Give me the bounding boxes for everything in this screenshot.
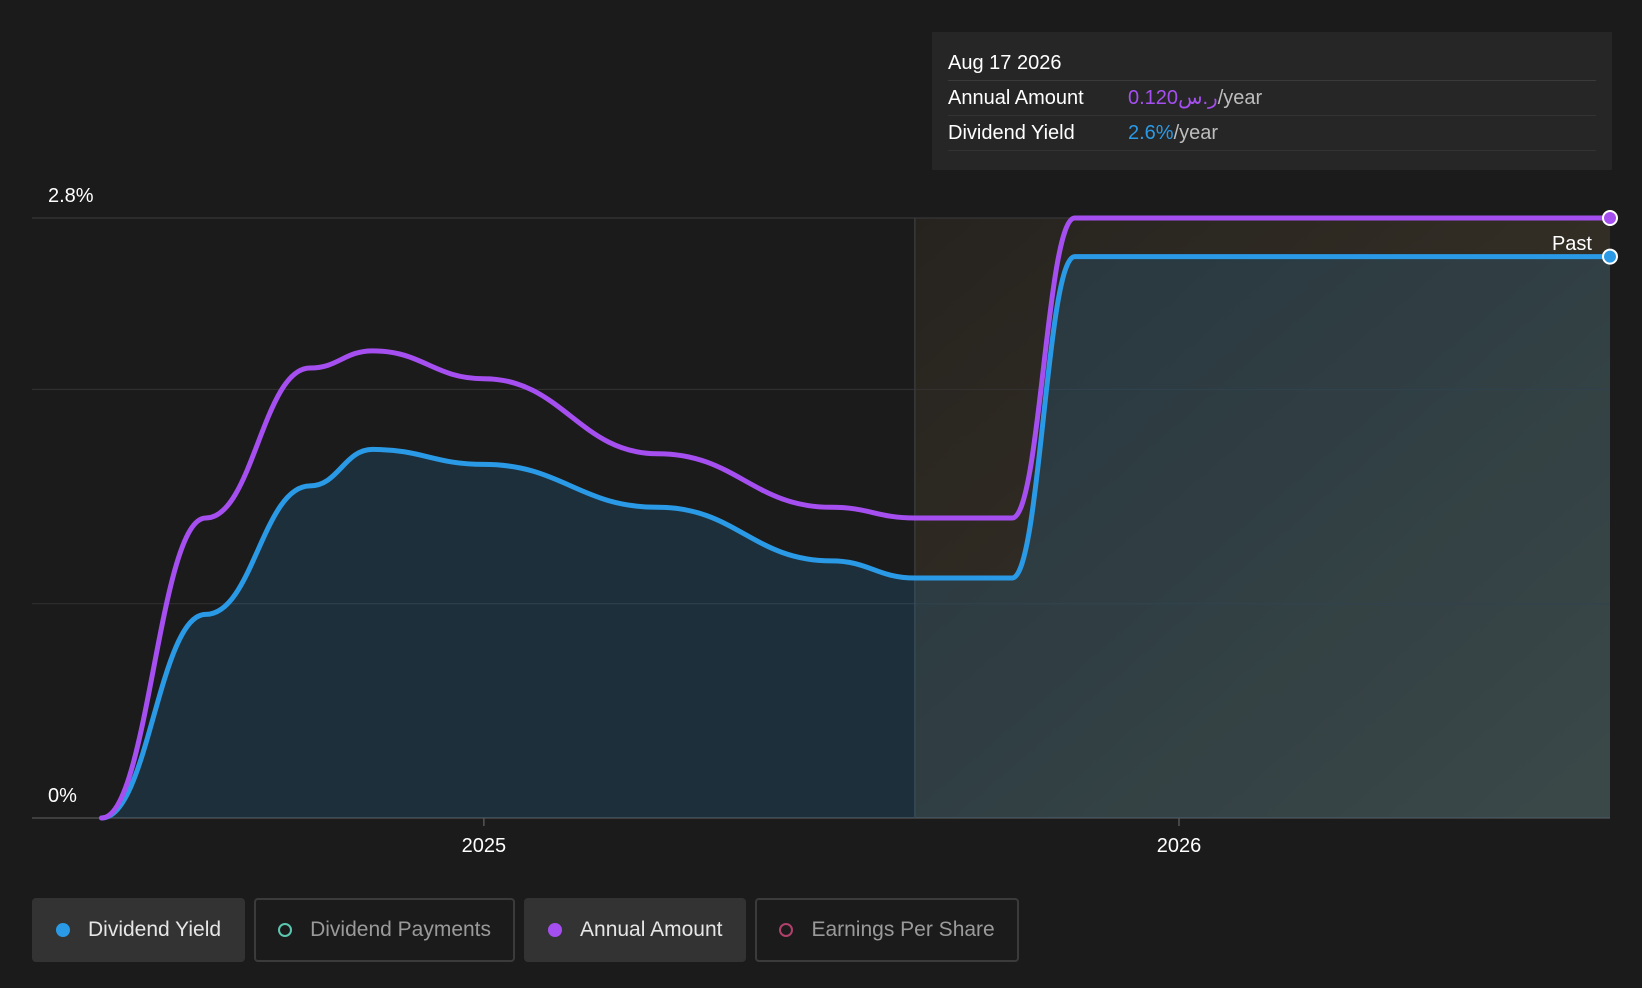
x-tick-label-2025: 2025 xyxy=(462,835,507,857)
annual-amount-end-marker xyxy=(1602,210,1618,226)
tooltip-row-dividend-yield: Dividend Yield 2.6%/year xyxy=(948,116,1596,151)
legend-label: Earnings Per Share xyxy=(811,918,995,941)
legend-dot-icon xyxy=(56,923,70,937)
chart-legend: Dividend Yield Dividend Payments Annual … xyxy=(32,898,1019,962)
tooltip-suffix: /year xyxy=(1173,122,1219,144)
tooltip-dividend-yield-value: 2.6% xyxy=(1128,122,1174,144)
legend-item-annual-amount[interactable]: Annual Amount xyxy=(524,898,747,962)
x-tick-label-2026: 2026 xyxy=(1157,835,1202,857)
tooltip-suffix: /year xyxy=(1217,87,1263,109)
legend-label: Dividend Yield xyxy=(88,918,222,941)
legend-dot-icon xyxy=(548,923,563,937)
tooltip-label: Dividend Yield xyxy=(948,122,1075,144)
tooltip-label: Annual Amount xyxy=(948,87,1084,109)
dividend-yield-area xyxy=(101,256,1611,819)
y-tick-label-top: 2.8% xyxy=(48,185,94,207)
legend-dot-icon xyxy=(779,923,794,937)
legend-label: Dividend Payments xyxy=(310,918,492,941)
tooltip-value: 2.6%/year xyxy=(1128,116,1218,150)
past-label: Past xyxy=(1552,233,1592,255)
legend-dot-icon xyxy=(278,923,293,937)
legend-item-dividend-payments[interactable]: Dividend Payments xyxy=(254,898,516,962)
tooltip-date: Aug 17 2026 xyxy=(948,46,1596,81)
dividend-yield-end-marker xyxy=(1602,248,1618,265)
tooltip-value: 0.120ر.س/year xyxy=(1128,81,1262,115)
tooltip-annual-amount-value: 0.120ر.س xyxy=(1128,87,1218,109)
legend-label: Annual Amount xyxy=(580,918,723,941)
y-tick-label-bottom: 0% xyxy=(48,785,77,807)
legend-item-earnings-per-share[interactable]: Earnings Per Share xyxy=(755,898,1019,962)
tooltip-row-annual-amount: Annual Amount 0.120ر.س/year xyxy=(948,81,1596,116)
legend-item-dividend-yield[interactable]: Dividend Yield xyxy=(32,898,246,962)
chart-tooltip: Aug 17 2026 Annual Amount 0.120ر.س/year … xyxy=(932,32,1612,170)
